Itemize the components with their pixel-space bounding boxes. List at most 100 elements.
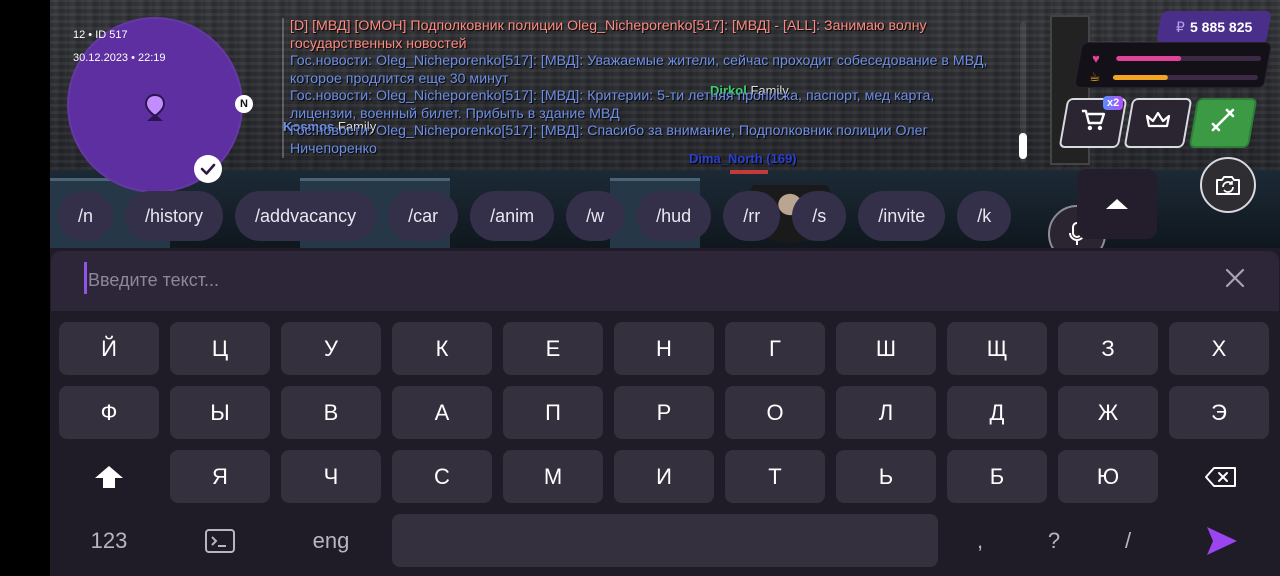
key-10-row2[interactable]: Ж bbox=[1058, 386, 1158, 439]
map-check-icon[interactable] bbox=[194, 155, 222, 183]
key-4-row2[interactable]: А bbox=[392, 386, 492, 439]
key-11-row1[interactable]: Х bbox=[1169, 322, 1269, 375]
terminal-key[interactable] bbox=[170, 514, 270, 567]
key-3-row2[interactable]: В bbox=[281, 386, 381, 439]
key-1-row2[interactable]: Ф bbox=[59, 386, 159, 439]
weapon-button[interactable] bbox=[1188, 98, 1258, 148]
numbers-key-label: 123 bbox=[90, 527, 128, 553]
camera-switch-button[interactable] bbox=[1200, 157, 1256, 213]
map-info: 12 • ID 517 30.12.2023 • 22:19 bbox=[73, 24, 166, 70]
game-screen: 12 • ID 517 30.12.2023 • 22:19 N Dirkol … bbox=[0, 0, 1280, 576]
command-chip-invite[interactable]: /invite bbox=[858, 191, 946, 241]
send-button[interactable] bbox=[1171, 514, 1271, 567]
command-chip-car[interactable]: /car bbox=[388, 191, 459, 241]
currency-icon: ₽ bbox=[1175, 18, 1185, 35]
key-9-row1[interactable]: Щ bbox=[947, 322, 1047, 375]
key-7-row3[interactable]: Ь bbox=[836, 450, 936, 503]
numbers-key[interactable]: 123 bbox=[59, 514, 159, 567]
chat-input[interactable] bbox=[88, 264, 1188, 296]
key-4-row1[interactable]: К bbox=[392, 322, 492, 375]
health-row: ♥ bbox=[1092, 51, 1262, 66]
health-indicator bbox=[730, 170, 768, 174]
comma-key-label: , bbox=[976, 527, 984, 553]
comma-key[interactable]: , bbox=[938, 514, 1022, 567]
key-4-row3[interactable]: М bbox=[503, 450, 603, 503]
hunger-bar-fill bbox=[1112, 74, 1168, 80]
weapon-icon bbox=[1209, 106, 1237, 141]
stats-panel: ♥ ☕ bbox=[1073, 42, 1273, 88]
chevron-up-icon bbox=[1106, 199, 1128, 209]
key-6-row2[interactable]: Р bbox=[614, 386, 714, 439]
send-icon bbox=[1207, 526, 1237, 555]
crown-icon bbox=[1145, 109, 1171, 137]
command-chip-n[interactable]: /n bbox=[58, 191, 114, 241]
key-6-row3[interactable]: Т bbox=[725, 450, 825, 503]
shift-key[interactable] bbox=[59, 450, 159, 503]
key-10-row1[interactable]: З bbox=[1058, 322, 1158, 375]
chat-log[interactable]: [D] [МВД] [ОМОН] Подполковник полиции Ol… bbox=[282, 18, 1002, 163]
clear-input-button[interactable] bbox=[1220, 265, 1250, 295]
key-6-row1[interactable]: Н bbox=[614, 322, 714, 375]
chat-message: [D] [МВД] [ОМОН] Подполковник полиции Ol… bbox=[282, 18, 1002, 53]
chat-scroll-thumb[interactable] bbox=[1019, 133, 1027, 159]
slash-key[interactable]: / bbox=[1086, 514, 1170, 567]
key-3-row3[interactable]: С bbox=[392, 450, 492, 503]
key-11-row2[interactable]: Э bbox=[1169, 386, 1269, 439]
expand-chat-button[interactable] bbox=[1077, 169, 1157, 239]
command-chip-anim[interactable]: /anim bbox=[470, 191, 555, 241]
key-2-row1[interactable]: Ц bbox=[170, 322, 270, 375]
chat-message: Гос.новости: Oleg_Nicheporenko[517]: [МВ… bbox=[282, 123, 1002, 158]
key-8-row1[interactable]: Ш bbox=[836, 322, 936, 375]
key-5-row2[interactable]: П bbox=[503, 386, 603, 439]
key-2-row2[interactable]: Ы bbox=[170, 386, 270, 439]
key-7-row1[interactable]: Г bbox=[725, 322, 825, 375]
money-value: 5 885 825 bbox=[1189, 19, 1253, 35]
backspace-icon bbox=[1205, 466, 1236, 487]
command-chip-k[interactable]: /k bbox=[957, 191, 1012, 241]
space-key[interactable] bbox=[392, 514, 938, 567]
checkmark-icon bbox=[200, 163, 216, 175]
key-3-row1[interactable]: У bbox=[281, 322, 381, 375]
key-9-row3[interactable]: Ю bbox=[1058, 450, 1158, 503]
language-key[interactable]: eng bbox=[281, 514, 381, 567]
key-1-row3[interactable]: Я bbox=[170, 450, 270, 503]
question-key[interactable]: ? bbox=[1012, 514, 1096, 567]
health-bar-fill bbox=[1116, 56, 1182, 61]
language-key-label: eng bbox=[312, 527, 350, 553]
datetime-text: 30.12.2023 • 22:19 bbox=[73, 52, 166, 64]
compass-north-icon: N bbox=[235, 95, 253, 113]
key-2-row3[interactable]: Ч bbox=[281, 450, 381, 503]
shift-icon bbox=[95, 465, 123, 488]
key-7-row2[interactable]: О bbox=[725, 386, 825, 439]
shop-x2-badge: x2 bbox=[1103, 96, 1124, 110]
notch-area bbox=[0, 0, 50, 576]
cart-icon bbox=[1080, 108, 1106, 139]
key-5-row1[interactable]: Е bbox=[503, 322, 603, 375]
key-9-row2[interactable]: Д bbox=[947, 386, 1047, 439]
hunger-bar bbox=[1112, 74, 1258, 80]
key-1-row1[interactable]: Й bbox=[59, 322, 159, 375]
close-icon bbox=[1225, 268, 1245, 288]
command-chip-s[interactable]: /s bbox=[792, 191, 847, 241]
heart-icon: ♥ bbox=[1092, 51, 1100, 66]
command-chip-w[interactable]: /w bbox=[566, 191, 625, 241]
key-5-row3[interactable]: И bbox=[614, 450, 714, 503]
vip-button[interactable] bbox=[1123, 98, 1193, 148]
command-chip-hud[interactable]: /hud bbox=[636, 191, 712, 241]
terminal-icon bbox=[205, 528, 235, 553]
hunger-row: ☕ bbox=[1089, 69, 1258, 85]
money-display: ₽ 5 885 825 bbox=[1156, 11, 1272, 43]
question-key-label: ? bbox=[1047, 527, 1061, 553]
chat-message: Гос.новости: Oleg_Nicheporenko[517]: [МВ… bbox=[282, 53, 1002, 88]
food-icon: ☕ bbox=[1088, 69, 1101, 84]
backspace-key[interactable] bbox=[1171, 450, 1271, 503]
key-8-row2[interactable]: Л bbox=[836, 386, 936, 439]
command-chip-rr[interactable]: /rr bbox=[723, 191, 781, 241]
player-location-pin-icon bbox=[144, 94, 166, 121]
text-cursor bbox=[84, 262, 87, 294]
server-id-text: 12 • ID 517 bbox=[73, 29, 128, 41]
command-chip-addvacancy[interactable]: /addvacancy bbox=[235, 191, 377, 241]
key-8-row3[interactable]: Б bbox=[947, 450, 1047, 503]
command-chip-history[interactable]: /history bbox=[125, 191, 224, 241]
slash-key-label: / bbox=[1124, 527, 1132, 553]
